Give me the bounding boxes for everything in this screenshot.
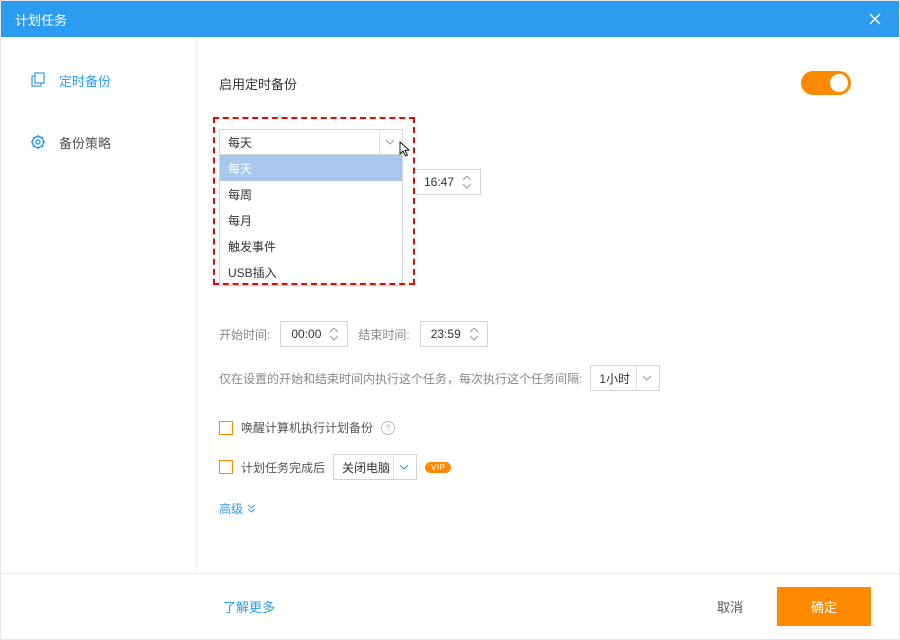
cancel-button[interactable]: 取消 (701, 589, 759, 624)
dropdown-option[interactable]: 触发事件 (220, 233, 402, 259)
wake-row: 唤醒计算机执行计划备份 ? (219, 419, 851, 436)
end-value: 23:59 (431, 327, 461, 341)
toggle-knob (830, 74, 848, 92)
sidebar-item-scheduled-backup[interactable]: 定时备份 (1, 61, 196, 99)
enable-row: 启用定时备份 (219, 71, 851, 95)
after-task-label: 计划任务完成后 (241, 459, 325, 476)
after-task-action-select[interactable]: 关闭电脑 (333, 454, 417, 480)
enable-toggle[interactable] (801, 71, 851, 95)
interval-value: 1小时 (599, 370, 630, 387)
spin-up-icon[interactable] (469, 327, 479, 334)
sidebar-item-backup-policy[interactable]: 备份策略 (1, 123, 196, 161)
ok-button[interactable]: 确定 (777, 587, 871, 626)
wake-checkbox[interactable] (219, 421, 233, 435)
spin-down-icon[interactable] (329, 335, 339, 342)
main-panel: 启用定时备份 每天 每天 每周 每月 触发事件 USB (197, 37, 899, 573)
sidebar: 定时备份 备份策略 (1, 37, 197, 573)
content: 定时备份 备份策略 启用定时备份 每天 (1, 37, 899, 573)
frequency-wrap: 每天 每天 每周 每月 触发事件 USB插入 (219, 129, 851, 155)
after-task-checkbox[interactable] (219, 460, 233, 474)
enable-label: 启用定时备份 (219, 74, 297, 93)
window-title: 计划任务 (15, 10, 67, 29)
wake-label: 唤醒计算机执行计划备份 (241, 419, 373, 436)
frequency-select[interactable]: 每天 (219, 129, 403, 155)
frequency-dropdown: 每天 每周 每月 触发事件 USB插入 (219, 154, 403, 286)
close-icon[interactable] (865, 9, 885, 29)
after-task-row: 计划任务完成后 关闭电脑 VIP (219, 454, 851, 480)
start-value: 00:00 (291, 327, 321, 341)
schedule-area: 每天 每天 每周 每月 触发事件 USB插入 (219, 129, 851, 518)
time-range-row: 开始时间: 00:00 结束时间: 23:59 (219, 321, 851, 347)
sidebar-item-label: 备份策略 (59, 133, 111, 152)
time-value: 16:47 (424, 175, 454, 189)
dropdown-option[interactable]: 每天 (220, 155, 402, 181)
advanced-link[interactable]: 高级 (219, 500, 256, 517)
start-label: 开始时间: (219, 326, 270, 343)
sidebar-item-label: 定时备份 (59, 71, 111, 90)
time-spinner[interactable]: 16:47 (413, 169, 481, 195)
chevron-down-icon (393, 455, 408, 479)
interval-select[interactable]: 1小时 (590, 365, 660, 391)
footer: 了解更多 取消 确定 (1, 573, 899, 639)
end-time-spinner[interactable]: 23:59 (420, 321, 488, 347)
end-label: 结束时间: (358, 326, 409, 343)
spin-down-icon[interactable] (462, 183, 472, 190)
advanced-label: 高级 (219, 500, 243, 517)
double-chevron-down-icon (247, 504, 256, 513)
spin-down-icon[interactable] (469, 335, 479, 342)
copy-icon (29, 71, 47, 89)
frequency-value: 每天 (228, 134, 252, 151)
interval-row: 仅在设置的开始和结束时间内执行这个任务，每次执行这个任务间隔: 1小时 (219, 365, 851, 391)
start-time-spinner[interactable]: 00:00 (280, 321, 348, 347)
dropdown-option[interactable]: 每周 (220, 181, 402, 207)
interval-text: 仅在设置的开始和结束时间内执行这个任务，每次执行这个任务间隔: (219, 370, 582, 387)
chevron-down-icon (379, 130, 394, 154)
dropdown-option[interactable]: 每月 (220, 207, 402, 233)
after-task-action-value: 关闭电脑 (342, 459, 390, 476)
dropdown-option[interactable]: USB插入 (220, 259, 402, 285)
learn-more-link[interactable]: 了解更多 (223, 597, 275, 616)
help-icon[interactable]: ? (381, 421, 395, 435)
spin-up-icon[interactable] (329, 327, 339, 334)
spin-up-icon[interactable] (462, 175, 472, 182)
titlebar: 计划任务 (1, 1, 899, 37)
chevron-down-icon (636, 366, 651, 390)
vip-badge: VIP (425, 462, 451, 473)
gear-icon (29, 133, 47, 151)
